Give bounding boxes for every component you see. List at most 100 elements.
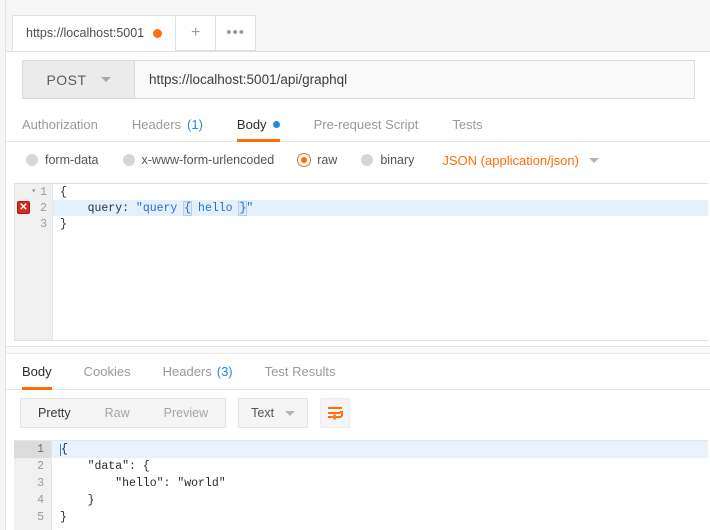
editor-line-active: ✕ 2 query: " query { hello } " (15, 200, 708, 216)
response-view-mode-group: Pretty Raw Preview (20, 398, 227, 428)
response-line: 3 "hello": "world" (14, 475, 708, 492)
code-string-a: query (142, 201, 185, 215)
response-gutter-1: 1 (14, 441, 52, 458)
request-tabs: Authorization Headers (1) Body Pre-reque… (6, 107, 710, 142)
tab-body-label: Body (236, 116, 267, 132)
code-line-2: query: " query { hello } " (53, 200, 708, 216)
tab-headers-count: (1) (187, 116, 203, 132)
chevron-down-icon (100, 77, 111, 82)
tab-options-button[interactable]: ••• (216, 15, 257, 51)
panel-splitter[interactable] (6, 346, 710, 354)
response-code-line-4: } (60, 494, 95, 507)
fold-arrow-icon[interactable]: ▾ (31, 188, 36, 196)
code-quote-close: " (246, 201, 254, 215)
body-type-binary[interactable]: binary (361, 153, 414, 167)
response-line-active: 1 { (14, 441, 708, 458)
url-value: https://localhost:5001/api/graphql (149, 72, 348, 87)
tab-authorization-label: Authorization (22, 116, 98, 132)
body-type-raw[interactable]: raw (298, 153, 337, 167)
word-wrap-icon (327, 407, 343, 420)
tab-headers[interactable]: Headers (1) (132, 107, 203, 141)
line-number: 2 (40, 201, 47, 215)
tab-pre-request-script-label: Pre-request Script (313, 116, 419, 132)
line-number: 3 (40, 217, 47, 231)
editor-empty-area[interactable] (15, 232, 708, 340)
response-empty-area (14, 526, 708, 530)
http-method-select[interactable]: POST (22, 60, 135, 99)
http-method-label: POST (46, 71, 87, 88)
response-body-editor[interactable]: 1 { 2 "data": { 3 "hello": "world" 4 } 5… (14, 440, 708, 530)
response-tab-headers[interactable]: Headers (3) (163, 354, 233, 389)
editor-line: ▾ 1 { (15, 184, 708, 200)
code-string-b: hello (191, 201, 240, 215)
url-input[interactable]: https://localhost:5001/api/graphql (135, 60, 695, 99)
request-tab-active[interactable]: https://localhost:5001 (12, 15, 177, 51)
radio-icon (122, 154, 135, 166)
response-gutter-empty (14, 526, 52, 530)
response-format-label: Text (251, 406, 275, 420)
code-key: query: (60, 201, 136, 215)
request-body-editor[interactable]: ▾ 1 { ✕ 2 query: " query { hello } " 3 } (14, 183, 708, 341)
body-type-raw-label: raw (317, 153, 338, 167)
response-line: 4 } (14, 492, 708, 509)
tab-strip: https://localhost:5001 + ••• (12, 15, 257, 51)
chevron-down-icon (588, 157, 599, 163)
response-tab-body[interactable]: Body (22, 354, 52, 390)
code-line-3: } (60, 217, 67, 231)
editor-line: 3 } (15, 216, 708, 232)
body-type-row: form-data x-www-form-urlencoded raw bina… (6, 142, 710, 178)
unsaved-dot-icon (153, 28, 163, 38)
word-wrap-button[interactable] (320, 398, 351, 428)
tab-authorization[interactable]: Authorization (22, 107, 98, 141)
view-mode-raw[interactable]: Raw (88, 399, 147, 427)
body-type-form-data[interactable]: form-data (26, 153, 99, 167)
response-gutter-4: 4 (14, 492, 52, 509)
body-type-urlencoded[interactable]: x-www-form-urlencoded (122, 153, 274, 167)
response-line-1-text: { (61, 443, 68, 456)
response-tab-body-label: Body (22, 364, 52, 379)
line-number: 1 (40, 185, 47, 199)
response-toolbar: Pretty Raw Preview Text (6, 390, 710, 436)
response-line: 5 } (14, 509, 708, 526)
tab-headers-label: Headers (131, 116, 182, 132)
response-code-line-5: } (60, 511, 67, 524)
response-code-line-3: "hello": "world" (60, 477, 226, 490)
response-gutter-3: 3 (14, 475, 52, 492)
view-mode-pretty[interactable]: Pretty (21, 399, 88, 427)
gutter-line-3[interactable]: 3 (15, 216, 53, 232)
code-line-1: { (60, 185, 67, 199)
error-marker-icon[interactable]: ✕ (17, 201, 30, 214)
tab-bar: https://localhost:5001 + ••• (6, 0, 710, 52)
chevron-down-icon (285, 410, 296, 416)
tab-tests[interactable]: Tests (452, 107, 482, 141)
body-type-binary-label: binary (380, 153, 415, 167)
postman-window: https://localhost:5001 + ••• POST https:… (0, 0, 710, 530)
new-tab-button[interactable]: + (176, 15, 217, 51)
response-tab-cookies[interactable]: Cookies (84, 354, 131, 389)
radio-selected-icon (298, 154, 311, 166)
response-tab-headers-label: Headers (162, 364, 212, 379)
tab-tests-label: Tests (452, 116, 483, 132)
gutter-line-1[interactable]: ▾ 1 (15, 184, 53, 200)
response-gutter-5: 5 (14, 509, 52, 526)
response-code-empty (52, 526, 708, 530)
tab-pre-request-script[interactable]: Pre-request Script (314, 107, 419, 141)
response-line: 2 "data": { (14, 458, 708, 475)
response-format-select[interactable]: Text (238, 398, 309, 428)
response-gutter-2: 2 (14, 458, 52, 475)
body-type-form-data-label: form-data (45, 153, 99, 167)
body-modified-dot-icon (272, 120, 280, 128)
code-quote-open: " (135, 201, 143, 215)
url-bar: POST https://localhost:5001/api/graphql (6, 52, 710, 107)
radio-icon (361, 154, 374, 166)
response-tab-test-results[interactable]: Test Results (265, 354, 336, 389)
response-code-line-1: { (52, 441, 708, 458)
code-empty (53, 232, 708, 340)
view-mode-preview[interactable]: Preview (147, 399, 225, 427)
url-row: POST https://localhost:5001/api/graphql (22, 60, 695, 99)
content-type-select[interactable]: JSON (application/json) (442, 153, 599, 168)
response-tab-cookies-label: Cookies (83, 364, 131, 379)
tab-body[interactable]: Body (236, 107, 280, 142)
response-tabs: Body Cookies Headers (3) Test Results (6, 354, 710, 390)
response-tab-test-results-label: Test Results (264, 364, 336, 379)
